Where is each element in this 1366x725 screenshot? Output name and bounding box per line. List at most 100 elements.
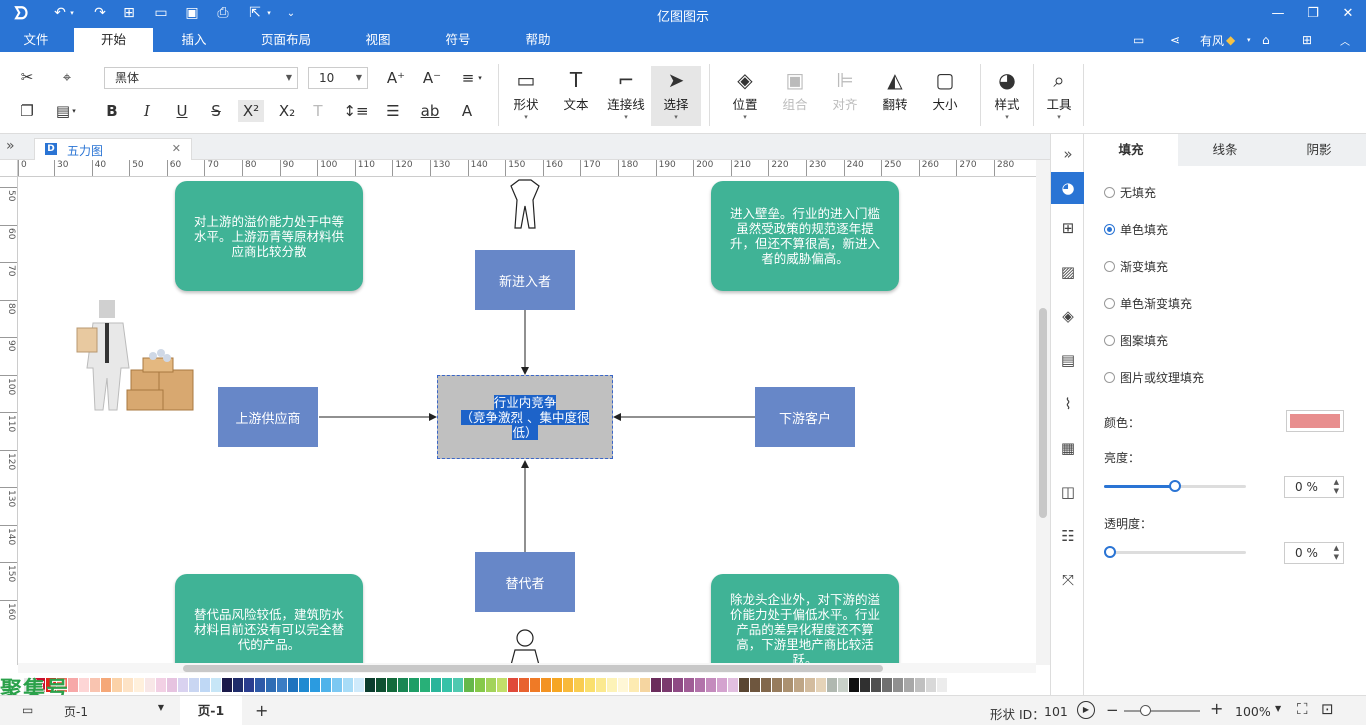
fill-option-radio[interactable]: 无填充 <box>1104 184 1156 200</box>
palette-color-swatch[interactable] <box>387 678 397 692</box>
line-spacing-icon[interactable]: ↕≡ <box>343 100 369 122</box>
palette-color-swatch[interactable] <box>684 678 694 692</box>
palette-color-swatch[interactable] <box>244 678 254 692</box>
palette-color-swatch[interactable] <box>640 678 650 692</box>
palette-color-swatch[interactable] <box>79 678 89 692</box>
palette-color-swatch[interactable] <box>651 678 661 692</box>
restore-icon[interactable]: ❐ <box>1296 0 1330 26</box>
font-color-icon[interactable]: ab <box>417 100 443 122</box>
zoom-knob[interactable] <box>1140 705 1151 716</box>
palette-color-swatch[interactable] <box>871 678 881 692</box>
palette-color-swatch[interactable] <box>486 678 496 692</box>
palette-color-swatch[interactable] <box>563 678 573 692</box>
palette-color-swatch[interactable] <box>915 678 925 692</box>
palette-color-swatch[interactable] <box>211 678 221 692</box>
palette-color-swatch[interactable] <box>827 678 837 692</box>
subscript-icon[interactable]: X₂ <box>274 100 300 122</box>
collapse-panel-icon[interactable]: » <box>1056 142 1080 166</box>
palette-color-swatch[interactable] <box>310 678 320 692</box>
fit-panel-icon[interactable]: ⤧ <box>1056 568 1080 592</box>
share-icon[interactable]: ⋖ <box>1170 31 1190 49</box>
palette-color-swatch[interactable] <box>398 678 408 692</box>
image-panel-icon[interactable]: ▨ <box>1056 260 1080 284</box>
top-left-note[interactable]: 对上游的溢价能力处于中等水平。上游沥青等原材料供应商比较分散 <box>175 181 363 291</box>
text-button[interactable]: T 文本 <box>551 66 601 126</box>
palette-color-swatch[interactable] <box>695 678 705 692</box>
palette-color-swatch[interactable] <box>706 678 716 692</box>
italic-icon[interactable]: I <box>134 100 160 122</box>
fullscreen-icon[interactable]: ⛶ <box>1297 700 1308 718</box>
vertical-scrollbar[interactable] <box>1036 160 1050 665</box>
palette-color-swatch[interactable] <box>937 678 947 692</box>
page-list-icon[interactable]: ▭ <box>22 703 33 717</box>
tab-line[interactable]: 线条 <box>1178 134 1272 166</box>
undo-dropdown-icon[interactable]: ▾ <box>66 0 78 26</box>
palette-color-swatch[interactable] <box>112 678 122 692</box>
page-panel-icon[interactable]: ▤ <box>1056 348 1080 372</box>
palette-color-swatch[interactable] <box>618 678 628 692</box>
palette-color-swatch[interactable] <box>255 678 265 692</box>
palette-color-swatch[interactable] <box>629 678 639 692</box>
palette-color-swatch[interactable] <box>233 678 243 692</box>
palette-color-swatch[interactable] <box>442 678 452 692</box>
align-dropdown-icon[interactable]: ▾ <box>474 67 486 89</box>
tshirt-skin-icon[interactable]: ⌂ <box>1262 31 1282 49</box>
palette-color-swatch[interactable] <box>717 678 727 692</box>
menu-tab-home[interactable]: 开始 <box>74 28 153 52</box>
palette-color-swatch[interactable] <box>178 678 188 692</box>
zoom-out-icon[interactable]: − <box>1106 701 1119 719</box>
palette-color-swatch[interactable] <box>849 678 859 692</box>
palette-color-swatch[interactable] <box>926 678 936 692</box>
flip-button[interactable]: ◭ 翻转 <box>870 66 920 126</box>
expand-library-icon[interactable]: » <box>6 138 15 154</box>
menu-tab-symbols[interactable]: 符号 <box>430 28 486 52</box>
spin-arrows-icon[interactable]: ▲ ▼ <box>1334 478 1339 496</box>
palette-color-swatch[interactable] <box>783 678 793 692</box>
menu-tab-view[interactable]: 视图 <box>350 28 406 52</box>
fit-page-icon[interactable]: ⊡ <box>1321 700 1334 718</box>
add-page-icon[interactable]: + <box>255 701 268 720</box>
position-button[interactable]: ◈ 位置 ▾ <box>720 66 770 126</box>
superscript-icon[interactable]: X² <box>238 100 264 122</box>
redo-icon[interactable]: ↷ <box>88 0 112 26</box>
brightness-knob[interactable] <box>1169 480 1181 492</box>
group-button[interactable]: ▣ 组合 <box>770 66 820 126</box>
palette-color-swatch[interactable] <box>464 678 474 692</box>
palette-color-swatch[interactable] <box>728 678 738 692</box>
drawing-canvas[interactable]: 对上游的溢价能力处于中等水平。上游沥青等原材料供应商比较分散 进入壁垒。行业的进… <box>19 178 1036 665</box>
tab-fill[interactable]: 填充 <box>1084 134 1178 166</box>
play-icon[interactable]: ▶ <box>1077 701 1095 719</box>
new-file-icon[interactable]: ⊞ <box>117 0 141 26</box>
shape-button[interactable]: ▭ 形状 ▾ <box>501 66 551 126</box>
connector-button[interactable]: ⌐ 连接线 ▾ <box>601 66 651 126</box>
top-right-note[interactable]: 进入壁垒。行业的进入门槛虽然受政策的规范逐年提升，但还不算很高，新进入者的威胁偏… <box>711 181 899 291</box>
customer-box[interactable]: 下游客户 <box>755 387 855 447</box>
palette-color-swatch[interactable] <box>189 678 199 692</box>
palette-color-swatch[interactable] <box>904 678 914 692</box>
palette-color-swatch[interactable] <box>409 678 419 692</box>
palette-color-swatch[interactable] <box>882 678 892 692</box>
menu-tab-page-layout[interactable]: 页面布局 <box>250 28 322 52</box>
palette-color-swatch[interactable] <box>838 678 848 692</box>
layers-panel-icon[interactable]: ◈ <box>1056 304 1080 328</box>
palette-color-swatch[interactable] <box>750 678 760 692</box>
shapes-panel-icon[interactable]: ⊞ <box>1056 216 1080 240</box>
palette-color-swatch[interactable] <box>772 678 782 692</box>
palette-color-swatch[interactable] <box>530 678 540 692</box>
increase-font-icon[interactable]: A⁺ <box>383 67 409 89</box>
palette-color-swatch[interactable] <box>321 678 331 692</box>
open-folder-icon[interactable]: ▭ <box>149 0 173 26</box>
palette-color-swatch[interactable] <box>574 678 584 692</box>
format-painter-icon[interactable]: ⌖ <box>54 66 80 88</box>
outline-panel-icon[interactable]: ☷ <box>1056 524 1080 548</box>
palette-color-swatch[interactable] <box>90 678 100 692</box>
apps-grid-icon[interactable]: ⊞ <box>1302 31 1322 49</box>
palette-color-swatch[interactable] <box>508 678 518 692</box>
underline-icon[interactable]: U <box>169 100 195 122</box>
user-name[interactable]: 有风 <box>1200 31 1224 49</box>
save-icon[interactable]: ▣ <box>180 0 204 26</box>
palette-color-swatch[interactable] <box>145 678 155 692</box>
page-tab[interactable]: 页-1 <box>180 696 242 725</box>
brightness-input[interactable]: 0 % ▲ ▼ <box>1284 476 1344 498</box>
decrease-font-icon[interactable]: A⁻ <box>419 67 445 89</box>
